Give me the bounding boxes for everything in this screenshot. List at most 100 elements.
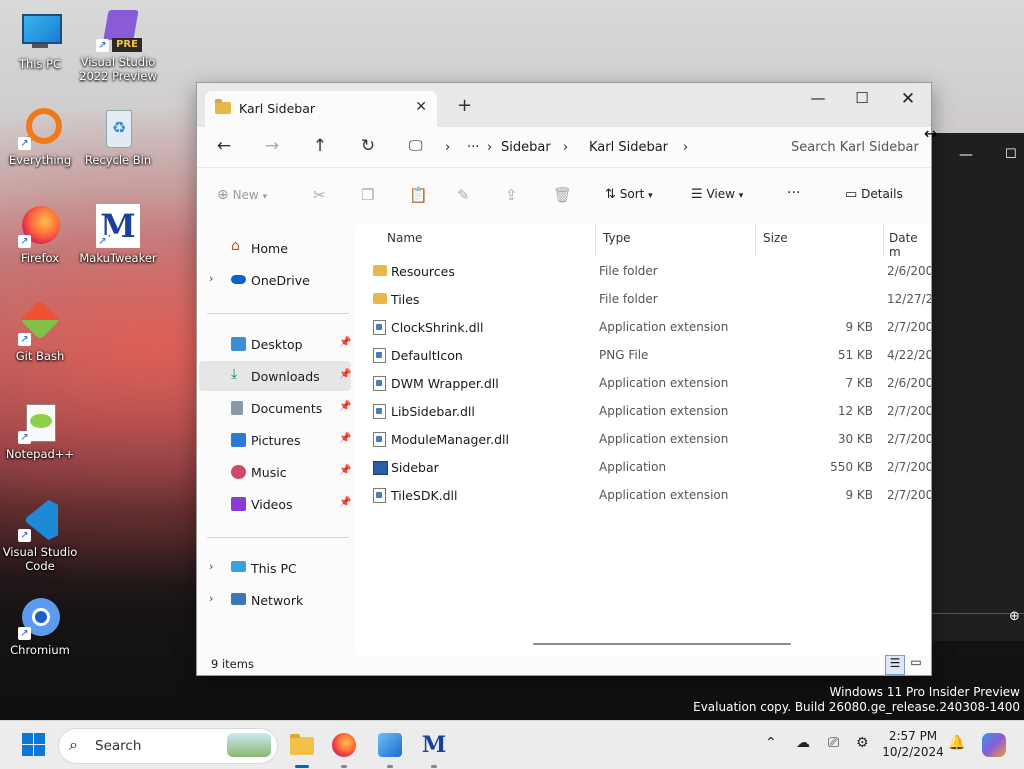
sidebar-item-videos[interactable]: Videos 📌	[199, 489, 351, 519]
sidebar-item-downloads[interactable]: ⤓ Downloads 📌	[199, 361, 351, 391]
file-explorer-window[interactable]: Karl Sidebar ✕ + — ☐ ✕ ← → ↑ ↻ 🖵 › ··· ›…	[196, 82, 932, 676]
sidebar-item-pictures[interactable]: Pictures 📌	[199, 425, 351, 455]
file-row[interactable]: Resources File folder 2/6/200	[365, 257, 931, 285]
chevron-right-icon[interactable]: ›	[563, 140, 568, 155]
copilot-icon[interactable]	[980, 731, 1008, 759]
file-row[interactable]: DWM Wrapper.dll Application extension 7 KB…	[365, 369, 931, 397]
pin-icon[interactable]: 📌	[339, 465, 351, 476]
desktop-icon-git-bash[interactable]: ↗ Git Bash	[0, 300, 80, 363]
sidebar-item-desktop[interactable]: Desktop 📌	[199, 329, 351, 359]
minimize-icon[interactable]: —	[795, 89, 841, 107]
desktop-icon-firefox[interactable]: ↗ Firefox	[0, 204, 80, 265]
paste-icon[interactable]: 📋	[409, 186, 428, 204]
sidebar-item-this-pc[interactable]: › This PC	[199, 553, 351, 583]
notification-bell-icon[interactable]: 🔔	[948, 735, 965, 751]
background-window[interactable]: — ☐ ⊕	[930, 133, 1024, 641]
sidebar-item-onedrive[interactable]: › OneDrive	[199, 265, 351, 295]
cut-icon[interactable]: ✂	[313, 186, 326, 204]
column-divider[interactable]	[883, 225, 884, 255]
horizontal-scrollbar[interactable]	[533, 643, 791, 645]
chevron-right-icon[interactable]: ›	[209, 560, 213, 573]
sidebar-item-music[interactable]: Music 📌	[199, 457, 351, 487]
column-header-name[interactable]: Name	[387, 231, 422, 245]
sidebar-item-home[interactable]: ⌂ Home	[199, 233, 351, 263]
back-arrow-icon[interactable]: ←	[212, 136, 236, 156]
file-row[interactable]: DefaultIcon PNG File 51 KB 4/22/20	[365, 341, 931, 369]
column-divider[interactable]	[755, 225, 756, 255]
desktop-icon-chromium[interactable]: ↗ Chromium	[0, 596, 80, 657]
file-row[interactable]: LibSidebar.dll Application extension 12 KB…	[365, 397, 931, 425]
column-header-date[interactable]: Date m	[889, 231, 931, 259]
tiles-view-icon[interactable]: ▭	[907, 655, 925, 673]
zoom-icon[interactable]: ⊕	[1009, 609, 1020, 624]
maximize-icon[interactable]: ☐	[839, 89, 885, 107]
pin-icon[interactable]: 📌	[339, 369, 351, 380]
file-row[interactable]: ModuleManager.dll Application extension 30…	[365, 425, 931, 453]
new-tab-icon[interactable]: +	[457, 95, 472, 116]
file-row[interactable]: Sidebar Application 550 KB 2/7/200	[365, 453, 931, 481]
pin-icon[interactable]: 📌	[339, 497, 351, 508]
display-icon[interactable]: ⎚	[828, 735, 839, 751]
desktop-icon-vscode[interactable]: ↗ Visual Studio Code	[0, 498, 80, 573]
taskbar-clock[interactable]: 2:57 PM 10/2/2024	[878, 728, 948, 760]
new-button[interactable]: ⊕ New ▾	[217, 187, 267, 203]
photos-taskbar-icon[interactable]	[376, 731, 404, 759]
start-windows-icon[interactable]	[20, 731, 48, 759]
view-button[interactable]: ☰ View ▾	[691, 187, 743, 202]
firefox-taskbar-icon[interactable]	[330, 731, 358, 759]
sidebar-item-network[interactable]: › Network	[199, 585, 351, 615]
pin-icon[interactable]: 📌	[339, 433, 351, 444]
column-header-size[interactable]: Size	[763, 231, 788, 245]
chevron-right-icon[interactable]: ›	[683, 140, 688, 155]
file-row[interactable]: TileSDK.dll Application extension 9 KB 2/7/…	[365, 481, 931, 509]
rename-icon[interactable]: ✎	[457, 186, 470, 204]
more-options-button[interactable]: ···	[787, 185, 800, 201]
desktop-icon-notepadpp[interactable]: ↗ Notepad++	[0, 400, 80, 461]
chevron-right-icon[interactable]: ›	[445, 140, 450, 155]
address-bar[interactable]: 🖵 › ··· › Sidebar › Karl Sidebar ›	[401, 131, 769, 163]
settings-icon[interactable]: ⚙	[856, 735, 869, 751]
details-view-icon[interactable]: ☰	[885, 655, 905, 675]
refresh-icon[interactable]: ↻	[356, 136, 380, 156]
search-input[interactable]: Search Karl Sidebar	[779, 131, 925, 163]
share-icon[interactable]: ⇪	[505, 186, 518, 204]
up-arrow-icon[interactable]: ↑	[308, 136, 332, 156]
file-type: Application extension	[599, 404, 729, 418]
column-header-type[interactable]: Type	[603, 231, 631, 245]
breadcrumb-karl-sidebar[interactable]: Karl Sidebar	[589, 140, 668, 155]
details-button[interactable]: ▭ Details	[845, 187, 903, 202]
chevron-right-icon[interactable]: ›	[487, 140, 492, 155]
copy-icon[interactable]: ❐	[361, 186, 374, 204]
sort-button[interactable]: ⇅ Sort ▾	[605, 187, 653, 202]
minimize-icon[interactable]: —	[959, 147, 973, 163]
desktop-icon-visual-studio-preview[interactable]: PRE ↗ Visual Studio 2022 Preview	[78, 8, 158, 83]
delete-icon[interactable]: 🗑	[553, 186, 572, 204]
breadcrumb-overflow[interactable]: ···	[467, 140, 479, 155]
pin-icon[interactable]: 📌	[339, 337, 351, 348]
column-divider[interactable]	[595, 225, 596, 255]
chevron-right-icon[interactable]: ›	[209, 272, 213, 285]
chevron-right-icon[interactable]: ›	[209, 592, 213, 605]
maximize-icon[interactable]: ☐	[1005, 147, 1017, 162]
file-explorer-taskbar-icon[interactable]	[288, 731, 316, 759]
desktop-icon-everything[interactable]: ↗ Everything	[0, 106, 80, 167]
desktop-icon-makutweaker[interactable]: M ↗ MakuTweaker	[78, 204, 158, 265]
sidebar-item-documents[interactable]: Documents 📌	[199, 393, 351, 423]
desktop-icon-this-pc[interactable]: This PC	[0, 10, 80, 71]
forward-arrow-icon[interactable]: →	[260, 136, 284, 156]
file-size: 30 KB	[837, 432, 873, 446]
close-icon[interactable]: ✕	[885, 89, 931, 109]
taskbar-search-box[interactable]: ⌕ Search	[58, 728, 278, 764]
tab-close-icon[interactable]: ✕	[415, 99, 427, 115]
pin-icon[interactable]: 📌	[339, 401, 351, 412]
network-off-icon[interactable]: ☁	[796, 735, 810, 751]
title-bar[interactable]: Karl Sidebar ✕ + — ☐ ✕	[197, 83, 931, 127]
file-list[interactable]: ^ Name Type Size Date m Resources File fo…	[355, 225, 931, 655]
chevron-up-icon[interactable]: ⌃	[765, 735, 777, 751]
file-row[interactable]: ClockShrink.dll Application extension 9 KB…	[365, 313, 931, 341]
file-row[interactable]: Tiles File folder 12/27/2	[365, 285, 931, 313]
breadcrumb-sidebar[interactable]: Sidebar	[501, 140, 551, 155]
desktop-icon-recycle-bin[interactable]: ♻ Recycle Bin	[78, 106, 158, 167]
makutweaker-taskbar-icon[interactable]: M	[420, 731, 448, 759]
tab-karl-sidebar[interactable]: Karl Sidebar ✕	[205, 91, 437, 127]
